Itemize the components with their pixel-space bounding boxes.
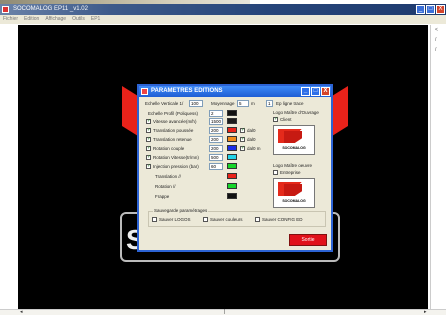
row-3-checkbox[interactable]: ✓ <box>146 137 151 142</box>
menu-fichier[interactable]: Fichier <box>3 15 18 24</box>
row-2-label: Translation poussée <box>153 128 194 133</box>
frappe-label: Frappe <box>155 194 170 199</box>
echelle-profil-input[interactable]: 2 <box>209 110 223 117</box>
scroll-left-arrow[interactable]: ◂ <box>20 310 23 315</box>
rotation-slash-label: Rotation // <box>155 184 176 189</box>
scroll-thumb[interactable]: | <box>224 310 225 315</box>
sauver-logos-checkbox[interactable] <box>152 217 157 222</box>
menu-ep1[interactable]: EP1 <box>91 15 100 24</box>
row-3-input[interactable]: 200 <box>209 136 223 143</box>
row-4-checkbox[interactable]: ✓ <box>146 146 151 151</box>
row-6-color[interactable] <box>227 163 237 169</box>
parametres-dialog: PARAMETRES EDITIONS _ □ X Echelle Vertic… <box>137 84 333 252</box>
dialog-title-bar: PARAMETRES EDITIONS _ □ X <box>139 86 331 97</box>
client-logo-text: SOCOMALOG <box>282 146 306 150</box>
client-logo-image[interactable]: SOCOMALOG <box>273 125 315 155</box>
moyennage-input[interactable]: 5 <box>237 100 249 107</box>
scroll-right-arrow[interactable]: ▸ <box>424 310 427 315</box>
sauvegarde-title: Sauvegarde paramétrages <box>153 208 209 213</box>
scroll-mark-1: < <box>435 27 438 33</box>
app-icon <box>2 6 9 13</box>
row-4-input[interactable]: 200 <box>209 145 223 152</box>
row-5-input[interactable]: 500 <box>209 154 223 161</box>
right-scrollbar[interactable]: < / / <box>430 25 446 309</box>
row-6-label: Injection pression (bar) <box>153 164 199 169</box>
echelle-profil-label: Echelle Profil (Poliquess) <box>148 111 199 116</box>
dialog-icon <box>141 88 148 95</box>
row-4-color[interactable] <box>227 145 237 151</box>
sauver-config-label: Sauver CONFIG ED <box>262 217 303 222</box>
row-3-color[interactable] <box>227 136 237 142</box>
row-3-extra-label: dal0 <box>247 137 256 142</box>
row-6-checkbox[interactable]: ✓ <box>146 164 151 169</box>
app-title: SOCOMALOG EP11 _v1.02 <box>13 6 88 12</box>
entreprise-label: Entreprise <box>280 170 301 175</box>
translation-slash-color[interactable] <box>227 173 237 179</box>
entreprise-logo-image[interactable]: SOCOMALOG <box>273 178 315 208</box>
row-6-input[interactable]: 60 <box>209 163 223 170</box>
scroll-mark-3: / <box>435 47 437 53</box>
entreprise-checkbox[interactable] <box>273 170 278 175</box>
ep-ligne-input[interactable]: 1 <box>266 100 273 107</box>
menu-bar: Fichier Edition Affichage Outils EP1 <box>0 15 446 24</box>
translation-slash-label: Translation // <box>155 174 181 179</box>
sauver-couleurs-checkbox[interactable] <box>203 217 208 222</box>
echelle-verticale-input[interactable]: 100 <box>189 100 203 107</box>
client-label: Client <box>280 117 292 122</box>
row-5-label: Rotation Vitesse(tr/mn) <box>153 155 199 160</box>
sortie-button[interactable]: Sortie <box>289 234 327 246</box>
sauver-logos-label: Sauver LOGOS <box>159 217 191 222</box>
close-button[interactable]: X <box>436 5 445 14</box>
dialog-title: PARAMETRES EDITIONS <box>151 88 223 94</box>
row-4-extra-checkbox[interactable]: ✓ <box>240 146 245 151</box>
row-1-label: Vitesse avancée(m/h) <box>153 119 197 124</box>
menu-affichage[interactable]: Affichage <box>45 15 66 24</box>
row-1-color[interactable] <box>227 118 237 124</box>
row-4-extra-label: dal0 m <box>247 146 261 151</box>
horizontal-scrollbar[interactable]: ◂ | ▸ <box>0 309 446 315</box>
row-2-color[interactable] <box>227 127 237 133</box>
echelle-verticale-label: Echelle Verticale 1/ <box>145 101 184 106</box>
row-5-checkbox[interactable]: ✓ <box>146 155 151 160</box>
dialog-close-button[interactable]: X <box>321 87 330 96</box>
minimize-button[interactable]: _ <box>416 5 425 14</box>
moyennage-label: Moyennage <box>211 101 235 106</box>
row-3-label: Translation retenue <box>153 137 192 142</box>
client-checkbox[interactable]: ✓ <box>273 117 278 122</box>
logo-client-title: Logo Maître d'Ouvrage <box>273 110 319 115</box>
echelle-profil-color[interactable] <box>227 110 237 116</box>
row-1-input[interactable]: 1500 <box>209 118 223 125</box>
app-title-bar: SOCOMALOG EP11 _v1.02 _ □ X <box>0 4 446 15</box>
moyennage-unit: m <box>251 101 255 106</box>
row-4-label: Rotation couple <box>153 146 185 151</box>
maximize-button[interactable]: □ <box>426 5 435 14</box>
row-2-input[interactable]: 200 <box>209 127 223 134</box>
menu-outils[interactable]: Outils <box>72 15 85 24</box>
dialog-minimize-button[interactable]: _ <box>301 87 310 96</box>
dialog-maximize-button[interactable]: □ <box>311 87 320 96</box>
ep-ligne-label: Ep ligne trace <box>276 101 304 106</box>
row-5-color[interactable] <box>227 154 237 160</box>
scroll-mark-2: / <box>435 37 437 43</box>
row-1-checkbox[interactable]: ✓ <box>146 119 151 124</box>
row-3-extra-checkbox[interactable]: ✓ <box>240 137 245 142</box>
frappe-color[interactable] <box>227 193 237 199</box>
sauver-couleurs-label: Sauver couleurs <box>210 217 243 222</box>
sauver-config-checkbox[interactable] <box>255 217 260 222</box>
menu-edition[interactable]: Edition <box>24 15 39 24</box>
row-2-extra-label: dal0 <box>247 128 256 133</box>
row-2-extra-checkbox[interactable]: ✓ <box>240 128 245 133</box>
entreprise-logo-text: SOCOMALOG <box>282 199 306 203</box>
row-2-checkbox[interactable]: ✓ <box>146 128 151 133</box>
rotation-slash-color[interactable] <box>227 183 237 189</box>
logo-entreprise-title: Logo Maître oeuvre <box>273 163 313 168</box>
